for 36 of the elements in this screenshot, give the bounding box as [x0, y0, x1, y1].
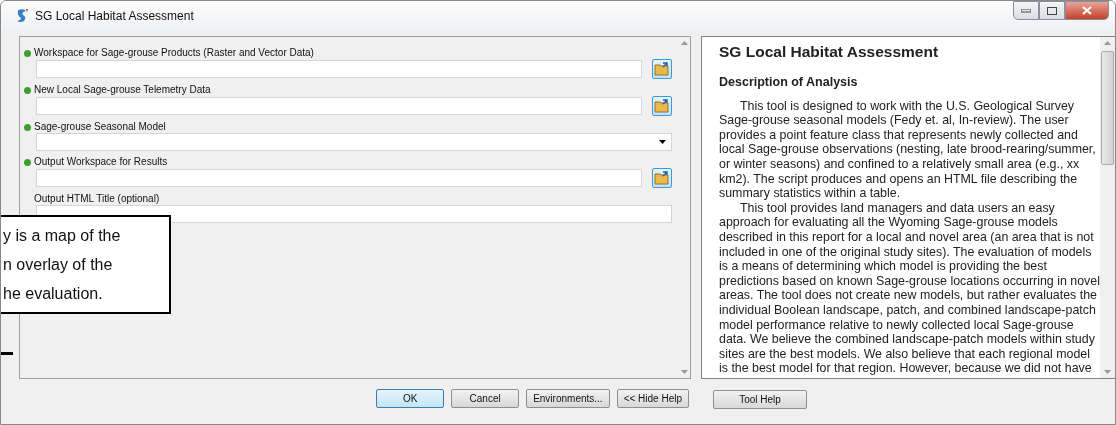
dialog-button[interactable]: OK [376, 389, 445, 408]
scroll-down-icon [1103, 370, 1111, 374]
parameter-label: Workspace for Sage-grouse Products (Raster and Vector Data) [34, 46, 314, 58]
caret-icon [659, 140, 666, 144]
dropdown-field[interactable] [36, 133, 672, 151]
input-field[interactable] [36, 205, 672, 223]
browse-button[interactable] [652, 168, 672, 188]
help-heading: Description of Analysis [719, 75, 859, 90]
close-icon [1082, 6, 1092, 15]
window-title: SG Local Habitat Assessment [35, 9, 194, 23]
scroll-down-icon [680, 370, 688, 374]
help-title: SG Local Habitat Assessment [719, 43, 940, 61]
maximize-button[interactable] [1039, 1, 1065, 20]
parameter-label: Output HTML Title (optional) [34, 192, 160, 204]
input-field[interactable] [36, 60, 642, 78]
close-button[interactable] [1065, 1, 1109, 20]
dialog-button[interactable]: Cancel [451, 389, 520, 408]
scrollbar[interactable] [1099, 37, 1115, 378]
dialog-button[interactable]: Environments... [526, 389, 610, 408]
input-field[interactable] [36, 97, 642, 115]
scroll-up-icon [680, 41, 688, 45]
minimize-icon [1021, 8, 1031, 13]
help-paragraph: This tool is designed to work with the U.S. Geological Survey Sage-grouse seasonal models (Fedy et. al, In-review). The user provides a point feature class that represents newly collected and local Sage-grouse observations (nesting, late brood-rearing/summer, or winter seasons) and confined to a relatively small area (e.g., xx km2). The script produces and opens an HTML file describing the summary statistics within a table. [719, 98, 1097, 201]
maximize-icon [1047, 6, 1057, 15]
script-icon [15, 8, 29, 24]
parameter-label: Output Workspace for Results [34, 155, 168, 167]
browse-button[interactable] [652, 59, 672, 79]
callout-box: y is a map of the n overlay of the he evaluation. [1, 215, 171, 314]
dialog-button[interactable]: << Hide Help [616, 389, 689, 408]
tool-help-button[interactable]: Tool Help [713, 390, 807, 409]
input-field[interactable] [36, 169, 642, 187]
parameter-label: New Local Sage-grouse Telemetry Data [34, 83, 211, 95]
scroll-up-icon [1103, 41, 1111, 45]
parameter-label: Sage-grouse Seasonal Model [34, 120, 166, 132]
browse-button[interactable] [652, 96, 672, 116]
help-paragraph: This tool provides land managers and data users an easy approach for evaluating all the Wyoming Sage-grouse models described in this report for a local and novel area (an area that is not included in one of the original study sites). The evaluation of models is a means of determining which model is providing the best predictions based on known Sage-grouse locations occurring in novel areas. The tool does not create new models, but rather evaluates the individual Boolean landscape, patch, and combined landscape-patch model performance relative to newly collected local Sage-grouse data. We believe the combined landscape-patch models within study sites are the best models. We also believe that each regional model is the best model for that region. However, because we did not have [719, 200, 1100, 376]
